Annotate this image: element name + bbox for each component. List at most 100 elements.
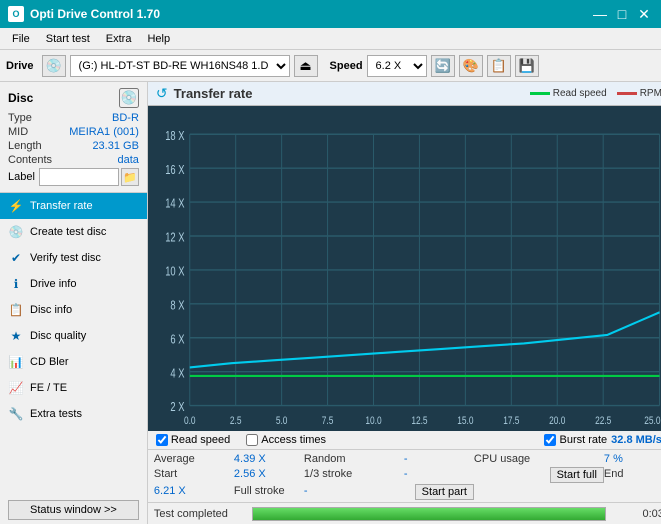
app-icon: O <box>8 6 24 22</box>
disc-quality-icon: ★ <box>8 328 24 344</box>
drive-select[interactable]: (G:) HL-DT-ST BD-RE WH16NS48 1.D3 <box>70 55 290 77</box>
stroke-1-3-value: - <box>404 467 474 483</box>
svg-text:12.5: 12.5 <box>411 415 428 428</box>
info-button[interactable]: 📋 <box>487 55 511 77</box>
drive-info-icon: ℹ <box>8 276 24 292</box>
disc-label-folder-button[interactable]: 📁 <box>121 168 139 186</box>
verify-test-disc-icon: ✔ <box>8 250 24 266</box>
read-speed-checkbox[interactable]: Read speed <box>156 434 230 446</box>
progress-bar-container <box>252 507 606 521</box>
start-value: 2.56 X <box>234 467 304 483</box>
disc-label-input[interactable] <box>39 168 119 186</box>
nav-item-transfer-rate[interactable]: ⚡ Transfer rate <box>0 193 147 219</box>
menu-help[interactable]: Help <box>139 31 178 47</box>
legend-rpm-label: RPM <box>640 88 661 99</box>
burst-rate-value: 32.8 MB/s <box>611 434 661 446</box>
disc-mid-value: MEIRA1 (001) <box>69 126 139 138</box>
start-part-button[interactable]: Start part <box>415 484 474 500</box>
burst-rate-checkbox-input[interactable] <box>544 434 556 446</box>
disc-refresh-button[interactable]: 💿 <box>119 88 139 108</box>
maximize-button[interactable]: □ <box>613 5 631 23</box>
svg-text:18 X: 18 X <box>165 130 185 144</box>
checkbox-row: Read speed Access times Burst rate 32.8 … <box>148 431 661 450</box>
nav-item-label-fe-te: FE / TE <box>30 382 67 394</box>
transfer-rate-icon: ⚡ <box>8 198 24 214</box>
legend-rpm-color <box>617 92 637 95</box>
nav-item-create-test-disc[interactable]: 💿 Create test disc <box>0 219 147 245</box>
svg-text:16 X: 16 X <box>165 164 185 178</box>
disc-heading: Disc <box>8 91 33 105</box>
titlebar-left: O Opti Drive Control 1.70 <box>8 6 160 22</box>
svg-text:0.0: 0.0 <box>184 415 196 428</box>
access-times-checkbox-input[interactable] <box>246 434 258 446</box>
color-button[interactable]: 🎨 <box>459 55 483 77</box>
nav-item-drive-info[interactable]: ℹ Drive info <box>0 271 147 297</box>
access-times-checkbox[interactable]: Access times <box>246 434 326 446</box>
svg-text:2.5: 2.5 <box>230 415 242 428</box>
svg-text:10.0: 10.0 <box>365 415 382 428</box>
random-value: - <box>404 452 474 466</box>
speed-label: Speed <box>330 60 363 72</box>
svg-text:2 X: 2 X <box>170 401 185 415</box>
svg-text:12 X: 12 X <box>165 231 185 245</box>
svg-text:6 X: 6 X <box>170 333 185 347</box>
disc-type-row: Type BD-R <box>8 112 139 124</box>
disc-contents-label: Contents <box>8 154 52 166</box>
stroke-1-3-label: 1/3 stroke <box>304 467 404 483</box>
speed-select[interactable]: 6.2 X <box>367 55 427 77</box>
disc-label-label: Label <box>8 171 35 183</box>
sidebar: Disc 💿 Type BD-R MID MEIRA1 (001) Length… <box>0 82 148 524</box>
drive-icon-button[interactable]: 💿 <box>42 55 66 77</box>
toolbar: Drive 💿 (G:) HL-DT-ST BD-RE WH16NS48 1.D… <box>0 50 661 82</box>
minimize-button[interactable]: — <box>591 5 609 23</box>
nav-item-disc-quality[interactable]: ★ Disc quality <box>0 323 147 349</box>
svg-text:8 X: 8 X <box>170 299 185 313</box>
start-label: Start <box>154 467 234 483</box>
chart-legend: Read speed RPM <box>530 88 661 99</box>
svg-text:4 X: 4 X <box>170 367 185 381</box>
burst-rate-checkbox[interactable]: Burst rate <box>544 434 607 446</box>
svg-text:7.5: 7.5 <box>322 415 334 428</box>
legend-read-speed-color <box>530 92 550 95</box>
svg-text:5.0: 5.0 <box>276 415 288 428</box>
progress-status: Test completed <box>154 508 244 520</box>
svg-text:15.0: 15.0 <box>457 415 474 428</box>
full-stroke-value: - <box>304 484 404 500</box>
status-window-button[interactable]: Status window >> <box>8 500 139 520</box>
nav-item-extra-tests[interactable]: 🔧 Extra tests <box>0 401 147 427</box>
end-value: 6.21 X <box>154 484 234 500</box>
eject-button[interactable]: ⏏ <box>294 55 318 77</box>
disc-length-row: Length 23.31 GB <box>8 140 139 152</box>
chart-container: 18 X 16 X 14 X 12 X 10 X 8 X 6 X 4 X 2 X… <box>148 106 661 431</box>
nav-item-disc-info[interactable]: 📋 Disc info <box>0 297 147 323</box>
nav-item-fe-te[interactable]: 📈 FE / TE <box>0 375 147 401</box>
cpu-label: CPU usage <box>474 452 604 466</box>
nav-item-verify-test-disc[interactable]: ✔ Verify test disc <box>0 245 147 271</box>
menu-file[interactable]: File <box>4 31 38 47</box>
disc-type-label: Type <box>8 112 32 124</box>
menu-start-test[interactable]: Start test <box>38 31 98 47</box>
nav-item-cd-bler[interactable]: 📊 CD Bler <box>0 349 147 375</box>
nav-item-label-drive-info: Drive info <box>30 278 76 290</box>
average-label: Average <box>154 452 234 466</box>
menu-extra[interactable]: Extra <box>98 31 140 47</box>
stats-table: Average 4.39 X Random - CPU usage 7 % St… <box>148 450 661 502</box>
disc-mid-row: MID MEIRA1 (001) <box>8 126 139 138</box>
average-value: 4.39 X <box>234 452 304 466</box>
refresh-button[interactable]: 🔄 <box>431 55 455 77</box>
save-button[interactable]: 💾 <box>515 55 539 77</box>
chart-svg: 18 X 16 X 14 X 12 X 10 X 8 X 6 X 4 X 2 X… <box>148 106 661 431</box>
start-full-button[interactable]: Start full <box>550 467 604 483</box>
progress-bar-fill <box>253 508 605 520</box>
nav-item-label-verify-test-disc: Verify test disc <box>30 252 101 264</box>
random-label: Random <box>304 452 404 466</box>
content-area: ↺ Transfer rate Read speed RPM <box>148 82 661 524</box>
main-layout: Disc 💿 Type BD-R MID MEIRA1 (001) Length… <box>0 82 661 524</box>
read-speed-checkbox-input[interactable] <box>156 434 168 446</box>
disc-label-row: Label 📁 <box>8 168 139 186</box>
create-test-disc-icon: 💿 <box>8 224 24 240</box>
disc-contents-value: data <box>118 154 139 166</box>
progress-time: 0:03 <box>614 508 661 520</box>
close-button[interactable]: ✕ <box>635 5 653 23</box>
chart-title: Transfer rate <box>174 86 524 101</box>
